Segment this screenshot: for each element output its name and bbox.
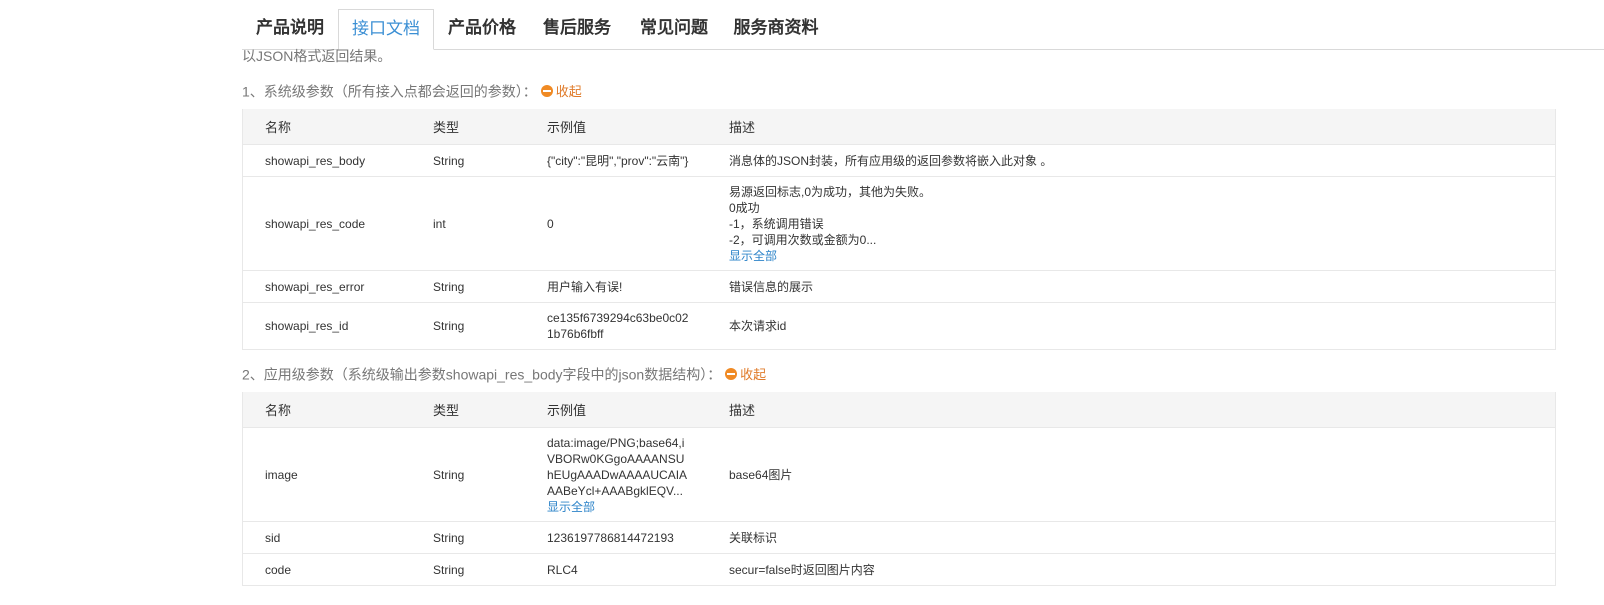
collapse-button[interactable]: 收起 [725, 364, 766, 383]
tab-bar: 产品说明 接口文档 产品价格 售后服务 常见问题 服务商资料 [242, 9, 1604, 50]
header-description: 描述 [729, 392, 1556, 428]
tab-api-docs[interactable]: 接口文档 [338, 9, 434, 50]
tab-faq[interactable]: 常见问题 [624, 9, 724, 50]
table-header-row: 名称 类型 示例值 描述 [242, 392, 1556, 428]
param-name: image [242, 427, 433, 522]
table-row: sid String 1236197786814472193 关联标识 [242, 521, 1556, 554]
header-name: 名称 [242, 109, 433, 145]
system-params-table: 名称 类型 示例值 描述 showapi_res_body String {"c… [242, 109, 1556, 350]
example-line: data:image/PNG;base64,i [547, 435, 685, 450]
param-type: String [433, 553, 547, 586]
param-description: secur=false时返回图片内容 [729, 553, 1556, 586]
header-type: 类型 [433, 392, 547, 428]
param-type: String [433, 270, 547, 303]
example-line: AABeYcl+AAABgklEQV... [547, 483, 683, 498]
param-example: RLC4 [547, 553, 729, 586]
section-title-text: 2、应用级参数（系统级输出参数showapi_res_body字段中的json数… [242, 366, 722, 383]
description-line: 易源返回标志,0为成功，其他为失败。 [729, 184, 932, 199]
param-description: 错误信息的展示 [729, 270, 1556, 303]
table-row: showapi_res_body String {"city":"昆明","pr… [242, 144, 1556, 177]
intro-text: 以JSON格式返回结果。 [242, 48, 392, 64]
param-type: String [433, 302, 547, 350]
param-example: {"city":"昆明","prov":"云南"} [547, 144, 729, 177]
tab-product-price[interactable]: 产品价格 [434, 9, 530, 50]
minus-circle-icon [540, 84, 553, 97]
param-description: 消息体的JSON封装，所有应用级的返回参数将嵌入此对象 。 [729, 144, 1556, 177]
param-type: int [433, 176, 547, 271]
table-row: image String data:image/PNG;base64,i VBO… [242, 427, 1556, 522]
param-description: 本次请求id [729, 302, 1556, 350]
show-all-link[interactable]: 显示全部 [729, 248, 1555, 264]
tab-product-description[interactable]: 产品说明 [242, 9, 338, 50]
description-line: -1，系统调用错误 [729, 216, 824, 231]
header-name: 名称 [242, 392, 433, 428]
collapse-label: 收起 [740, 367, 767, 382]
tab-after-sales[interactable]: 售后服务 [530, 9, 624, 50]
header-example: 示例值 [547, 109, 729, 145]
param-example: 1236197786814472193 [547, 521, 729, 554]
param-name: code [242, 553, 433, 586]
param-type: String [433, 144, 547, 177]
description-line: 0成功 [729, 200, 760, 215]
table-row: showapi_res_code int 0 易源返回标志,0为成功，其他为失败… [242, 176, 1556, 271]
param-example: ce135f6739294c63be0c02 1b76b6fbff [547, 302, 729, 350]
param-name: showapi_res_error [242, 270, 433, 303]
example-line: 1b76b6fbff [547, 327, 604, 341]
param-name: showapi_res_body [242, 144, 433, 177]
header-description: 描述 [729, 109, 1556, 145]
collapse-button[interactable]: 收起 [540, 81, 582, 100]
header-example: 示例值 [547, 392, 729, 428]
param-name: showapi_res_code [242, 176, 433, 271]
param-description: base64图片 [729, 427, 1556, 522]
param-name: showapi_res_id [242, 302, 433, 350]
param-example: 用户输入有误! [547, 270, 729, 303]
minus-circle-icon [725, 367, 738, 380]
table-header-row: 名称 类型 示例值 描述 [242, 109, 1556, 145]
section-title-text: 1、系统级参数（所有接入点都会返回的参数）： [242, 83, 537, 100]
section-title-system-params: 1、系统级参数（所有接入点都会返回的参数）： 收起 [242, 81, 582, 102]
table-row: showapi_res_error String 用户输入有误! 错误信息的展示 [242, 270, 1556, 303]
param-example: data:image/PNG;base64,i VBORw0KGgoAAAANS… [547, 427, 729, 522]
app-params-table: 名称 类型 示例值 描述 image String data:image/PNG… [242, 392, 1556, 586]
description-line: -2，可调用次数或金额为0... [729, 232, 877, 247]
param-type: String [433, 427, 547, 522]
header-type: 类型 [433, 109, 547, 145]
example-line: VBORw0KGgoAAAANSU [547, 451, 685, 466]
table-row: showapi_res_id String ce135f6739294c63be… [242, 302, 1556, 350]
param-type: String [433, 521, 547, 554]
collapse-label: 收起 [555, 84, 582, 99]
param-example: 0 [547, 176, 729, 271]
example-line: ce135f6739294c63be0c02 [547, 311, 689, 325]
example-line: hEUgAAADwAAAAUCAIA [547, 467, 688, 482]
param-name: sid [242, 521, 433, 554]
table-row: code String RLC4 secur=false时返回图片内容 [242, 553, 1556, 586]
tab-provider-info[interactable]: 服务商资料 [724, 9, 828, 50]
param-description: 易源返回标志,0为成功，其他为失败。 0成功 -1，系统调用错误 -2，可调用次… [729, 176, 1556, 271]
param-description: 关联标识 [729, 521, 1556, 554]
show-all-link[interactable]: 显示全部 [547, 499, 729, 515]
section-title-app-params: 2、应用级参数（系统级输出参数showapi_res_body字段中的json数… [242, 364, 766, 385]
